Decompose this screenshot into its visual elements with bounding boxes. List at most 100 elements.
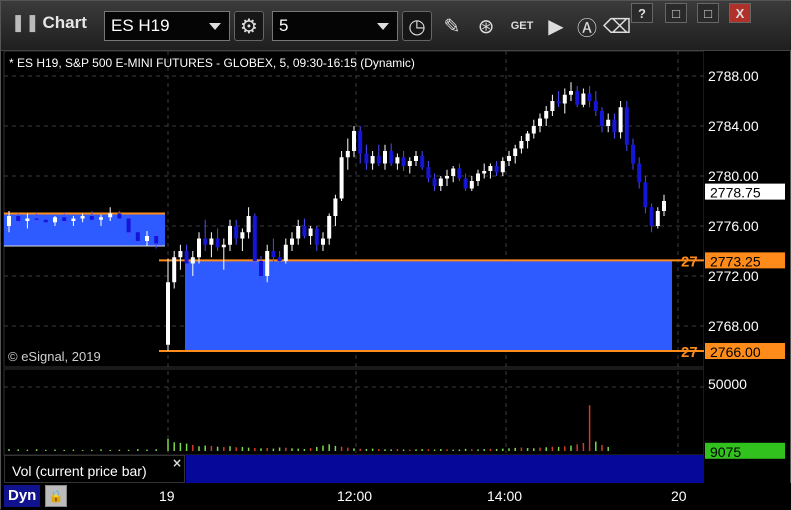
support-zone: [185, 260, 672, 351]
clock-icon[interactable]: ◷: [402, 11, 432, 41]
candle: [401, 157, 406, 166]
candle: [637, 163, 642, 183]
candle: [383, 151, 387, 164]
candle: [283, 244, 288, 261]
zone-bottom-label: 27: [681, 344, 698, 361]
alert-icon[interactable]: Ⓐ: [572, 11, 602, 41]
price-tick: 2772.00: [708, 268, 759, 284]
candle: [593, 101, 598, 111]
candle: [414, 156, 418, 161]
x-tick-1400: 14:00: [487, 488, 523, 504]
candle: [277, 257, 282, 261]
interval-value: 5: [279, 16, 289, 35]
candle: [569, 91, 573, 95]
candle: [612, 119, 617, 133]
pause-icon[interactable]: ❚❚: [11, 13, 40, 32]
candle: [581, 93, 586, 105]
prior-candle: [71, 218, 76, 221]
candle: [308, 228, 313, 236]
minimize-label: □: [672, 5, 680, 21]
get-icon[interactable]: GET: [507, 11, 537, 41]
candle: [531, 126, 536, 134]
prior-candle: [99, 217, 103, 220]
title-bar[interactable]: ❚❚ Chart ES H19 ⚙ 5 ◷ ✎ ⊛ GET ▶ Ⓐ ⌫ ? □ □…: [1, 1, 791, 51]
candle: [507, 156, 511, 161]
prior-candle: [16, 216, 21, 221]
candle: [469, 181, 474, 189]
minimize-button[interactable]: □: [665, 3, 687, 23]
play-icon[interactable]: ▶: [541, 11, 571, 41]
candle: [190, 257, 195, 264]
candle: [203, 238, 208, 245]
volume-pane-label[interactable]: Vol (current price bar): [4, 455, 185, 483]
symbol-combo[interactable]: ES H19: [104, 11, 230, 41]
candle: [562, 94, 567, 104]
candle: [606, 119, 611, 126]
x-tick-1200: 12:00: [337, 488, 373, 504]
volume-pane-strip: [186, 455, 704, 483]
candle: [290, 238, 294, 245]
prior-candle: [25, 218, 30, 221]
candle: [550, 101, 555, 111]
candle: [178, 251, 183, 258]
price-tick: 2768.00: [708, 318, 759, 334]
candle: [321, 238, 325, 245]
prior-candle: [43, 219, 48, 223]
pencil-icon[interactable]: ✎: [437, 11, 467, 41]
close-icon[interactable]: ×: [172, 456, 182, 470]
candle: [209, 238, 214, 245]
candle: [358, 131, 363, 154]
prior-candle: [117, 213, 122, 219]
candle: [618, 107, 623, 133]
candle: [438, 178, 443, 186]
candle: [376, 156, 381, 164]
candle: [600, 111, 604, 126]
prior-candle: [34, 218, 39, 220]
window-title: ❚❚ Chart: [11, 13, 87, 33]
volume-pane-label-text: Vol (current price bar): [12, 463, 147, 479]
candle: [624, 107, 629, 145]
candle: [631, 144, 635, 164]
price-tick: 2788.00: [708, 68, 759, 84]
restore-button[interactable]: □: [697, 3, 719, 23]
candle: [519, 141, 524, 149]
close-label: X: [735, 5, 745, 21]
candle: [457, 168, 462, 179]
prior-candle: [145, 236, 149, 241]
chevron-down-icon[interactable]: [209, 23, 221, 30]
prior-candle: [7, 216, 11, 226]
prior-candle: [53, 217, 57, 223]
candle: [395, 157, 400, 164]
settings-gear-icon[interactable]: ⚙: [234, 11, 264, 41]
close-button[interactable]: X: [729, 3, 751, 23]
candle: [252, 216, 257, 261]
eraser-icon[interactable]: ⌫: [602, 11, 632, 41]
prior-candle: [80, 216, 85, 219]
candle: [513, 148, 518, 156]
help-button[interactable]: ?: [631, 3, 653, 23]
dynamic-mode-button[interactable]: Dyn: [4, 485, 41, 507]
candle: [302, 226, 307, 236]
candle: [482, 171, 487, 174]
price-chart[interactable]: 2788.00 2784.00 2780.00 2776.00 2772.00 2768.…: [1, 51, 790, 483]
study-icon[interactable]: ⊛: [471, 11, 501, 41]
candle: [240, 232, 245, 239]
candle: [314, 228, 319, 245]
volume-tick-50000: 50000: [708, 376, 747, 392]
volume-tag-value: 9075: [710, 444, 741, 460]
copyright-text: © eSignal, 2019: [8, 349, 101, 364]
prior-candle: [126, 218, 131, 233]
lock-icon[interactable]: 🔒: [45, 485, 67, 507]
candle: [265, 251, 270, 276]
chart-heading: * ES H19, S&P 500 E-MINI FUTURES - GLOBE…: [9, 56, 415, 70]
volume-pane[interactable]: [3, 368, 705, 456]
candle: [494, 166, 499, 173]
candle: [407, 161, 412, 166]
candle: [166, 282, 170, 345]
x-tick-20: 20: [671, 488, 687, 504]
candle: [389, 151, 394, 164]
interval-combo[interactable]: 5: [272, 11, 398, 41]
chevron-down-icon[interactable]: [377, 23, 389, 30]
candle: [228, 226, 232, 245]
candle: [221, 244, 226, 248]
